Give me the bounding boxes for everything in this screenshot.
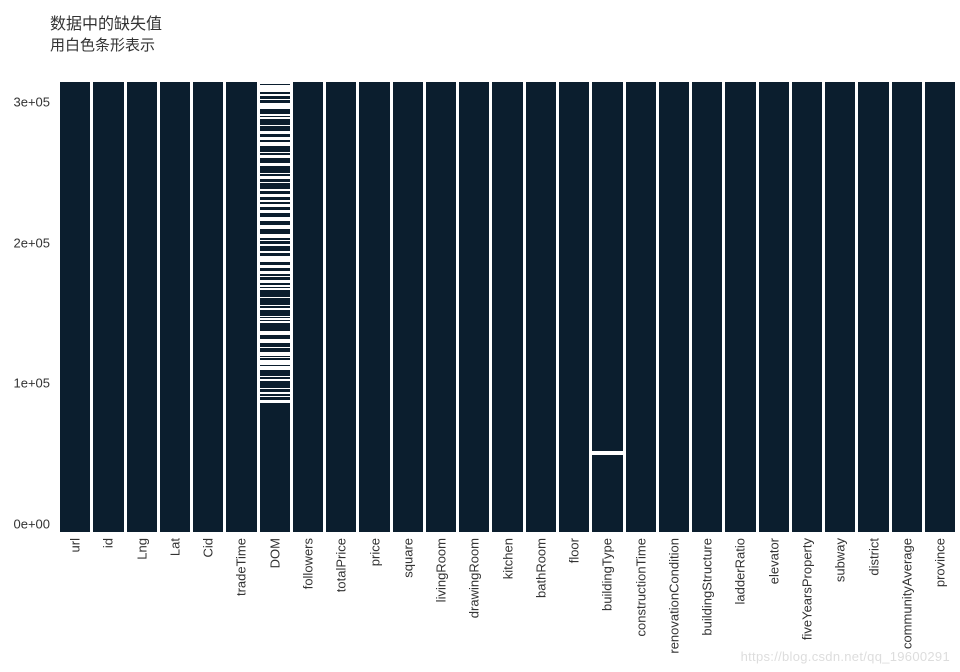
- bar-district: [858, 82, 888, 532]
- chart-title: 数据中的缺失值: [50, 10, 162, 34]
- x-tick-label: url: [68, 538, 83, 552]
- bar-bathRoom: [526, 82, 556, 532]
- x-tick-label: buildingType: [600, 538, 615, 611]
- x-tick-label: subway: [833, 538, 848, 582]
- bar-fill: [725, 82, 755, 532]
- bar-fill: [626, 82, 656, 532]
- bar-fill: [160, 82, 190, 532]
- bar-fill: [659, 82, 689, 532]
- bar-fill: [426, 82, 456, 532]
- x-tick-label: Lat: [167, 538, 182, 556]
- bar-fill: [592, 82, 622, 532]
- bar-buildingType: [592, 82, 622, 532]
- x-tick-label: buildingStructure: [700, 538, 715, 636]
- bar-Lng: [127, 82, 157, 532]
- x-tick-label: Cid: [201, 538, 216, 558]
- x-tick-label: Lng: [134, 538, 149, 560]
- x-tick-label: livingRoom: [434, 538, 449, 602]
- x-tick-label: bathRoom: [533, 538, 548, 598]
- plot-area: [60, 82, 955, 532]
- bar-fill: [892, 82, 922, 532]
- watermark: https://blog.csdn.net/qq_19600291: [741, 649, 950, 664]
- bar-square: [393, 82, 423, 532]
- bar-fill: [359, 82, 389, 532]
- bar-totalPrice: [326, 82, 356, 532]
- bar-fill: [459, 82, 489, 532]
- bar-followers: [293, 82, 323, 532]
- bar-elevator: [759, 82, 789, 532]
- x-tick-label: district: [866, 538, 881, 576]
- x-tick-label: DOM: [267, 538, 282, 568]
- bar-DOM: [260, 82, 290, 532]
- bar-fill: [792, 82, 822, 532]
- bar-province: [925, 82, 955, 532]
- y-tick: 3e+05: [13, 95, 50, 110]
- bar-fill: [858, 82, 888, 532]
- chart-subtitle: 用白色条形表示: [50, 34, 155, 55]
- bar-fill: [326, 82, 356, 532]
- bar-fill: [293, 82, 323, 532]
- bar-fill: [60, 82, 90, 532]
- bar-livingRoom: [426, 82, 456, 532]
- x-tick-label: price: [367, 538, 382, 566]
- bar-tradeTime: [226, 82, 256, 532]
- x-tick-label: ladderRatio: [733, 538, 748, 605]
- bar-fill: [925, 82, 955, 532]
- missing-values-chart: 数据中的缺失值 用白色条形表示 0e+00 1e+05 2e+05 3e+05 …: [0, 0, 960, 672]
- x-tick-label: province: [933, 538, 948, 587]
- bar-fill: [226, 82, 256, 532]
- bar-constructionTime: [626, 82, 656, 532]
- x-tick-label: followers: [300, 538, 315, 589]
- bar-fiveYearsProperty: [792, 82, 822, 532]
- x-tick-label: drawingRoom: [467, 538, 482, 618]
- bar-floor: [559, 82, 589, 532]
- x-tick-label: kitchen: [500, 538, 515, 579]
- x-tick-label: renovationCondition: [666, 538, 681, 654]
- bar-fill: [127, 82, 157, 532]
- x-tick-label: tradeTime: [234, 538, 249, 596]
- bar-url: [60, 82, 90, 532]
- bar-fill: [260, 82, 290, 532]
- y-axis: 0e+00 1e+05 2e+05 3e+05: [0, 82, 55, 532]
- bar-ladderRatio: [725, 82, 755, 532]
- bar-buildingStructure: [692, 82, 722, 532]
- bar-subway: [825, 82, 855, 532]
- bar-Cid: [193, 82, 223, 532]
- y-tick: 2e+05: [13, 235, 50, 250]
- bar-drawingRoom: [459, 82, 489, 532]
- x-tick-label: square: [400, 538, 415, 578]
- bar-price: [359, 82, 389, 532]
- bar-fill: [825, 82, 855, 532]
- bar-fill: [393, 82, 423, 532]
- x-tick-label: fiveYearsProperty: [799, 538, 814, 640]
- bar-id: [93, 82, 123, 532]
- bar-fill: [93, 82, 123, 532]
- bar-fill: [526, 82, 556, 532]
- x-tick-label: communityAverage: [899, 538, 914, 649]
- bar-fill: [692, 82, 722, 532]
- bar-renovationCondition: [659, 82, 689, 532]
- bar-Lat: [160, 82, 190, 532]
- bar-kitchen: [492, 82, 522, 532]
- bar-fill: [492, 82, 522, 532]
- x-tick-label: constructionTime: [633, 538, 648, 637]
- x-tick-label: floor: [567, 538, 582, 563]
- x-tick-label: id: [101, 538, 116, 548]
- bar-communityAverage: [892, 82, 922, 532]
- y-tick: 0e+00: [13, 517, 50, 532]
- bar-fill: [759, 82, 789, 532]
- x-tick-label: totalPrice: [334, 538, 349, 592]
- bar-fill: [193, 82, 223, 532]
- y-tick: 1e+05: [13, 376, 50, 391]
- bar-fill: [559, 82, 589, 532]
- x-tick-label: elevator: [766, 538, 781, 584]
